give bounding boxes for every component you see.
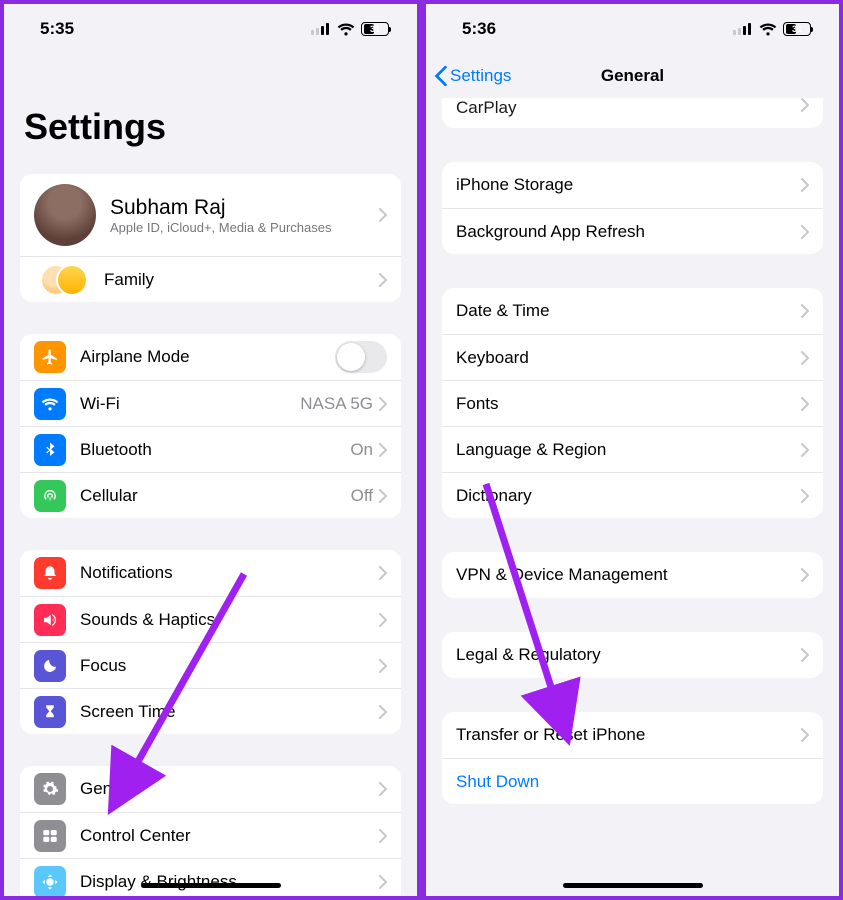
page-title: Settings [4,54,417,158]
chevron-right-icon [379,208,387,222]
chevron-right-icon [801,351,809,365]
status-indicators: 31 [733,22,811,36]
iphone-storage-row[interactable]: iPhone Storage [442,162,823,208]
home-indicator[interactable] [563,883,703,888]
bluetooth-row[interactable]: Bluetooth On [20,426,401,472]
chevron-right-icon [801,98,809,112]
phone-settings: 5:35 31 Settings Subham Raj Apple ID, iC… [4,4,417,896]
chevron-right-icon [379,273,387,287]
profile-subtitle: Apple ID, iCloud+, Media & Purchases [110,220,379,235]
legal-group: Legal & Regulatory [442,632,823,678]
antenna-icon [34,480,66,512]
profile-name: Subham Raj [110,196,379,220]
status-indicators: 31 [311,22,389,36]
brightness-icon [34,866,66,897]
chevron-right-icon [801,489,809,503]
date-time-row[interactable]: Date & Time [442,288,823,334]
sounds-row[interactable]: Sounds & Haptics [20,596,401,642]
battery-icon: 31 [361,22,389,36]
background-app-refresh-row[interactable]: Background App Refresh [442,208,823,254]
status-bar: 5:35 31 [4,4,417,54]
wifi-row[interactable]: Wi-Fi NASA 5G [20,380,401,426]
wifi-icon [34,388,66,420]
speaker-icon [34,604,66,636]
fonts-row[interactable]: Fonts [442,380,823,426]
carplay-group-partial: CarPlay [442,98,823,128]
airplane-toggle[interactable] [335,341,387,373]
chevron-right-icon [379,489,387,503]
bluetooth-icon [34,434,66,466]
status-time: 5:36 [462,19,496,39]
shut-down-row[interactable]: Shut Down [442,758,823,804]
chevron-right-icon [379,566,387,580]
notifications-row[interactable]: Notifications [20,550,401,596]
nav-title: General [601,66,664,86]
back-button[interactable]: Settings [434,65,511,87]
gear-icon [34,773,66,805]
chevron-right-icon [379,397,387,411]
phone-general: 5:36 31 Settings General CarPlay iPhone … [426,4,839,896]
cellular-signal-icon [733,23,753,35]
chevron-right-icon [379,705,387,719]
moon-icon [34,650,66,682]
screen-time-row[interactable]: Screen Time [20,688,401,734]
wifi-icon [337,22,355,36]
chevron-right-icon [379,829,387,843]
chevron-right-icon [801,397,809,411]
family-avatar-icon [40,260,80,300]
sliders-icon [34,820,66,852]
chevron-right-icon [379,875,387,889]
home-indicator[interactable] [141,883,281,888]
nav-bar: Settings General [426,54,839,98]
carplay-row[interactable]: CarPlay [442,98,823,128]
legal-regulatory-row[interactable]: Legal & Regulatory [442,632,823,678]
chevron-right-icon [801,443,809,457]
network-group: Airplane Mode Wi-Fi NASA 5G Bluetooth On… [20,334,401,518]
system-group: General Control Center Display & Brightn… [20,766,401,896]
apple-id-row[interactable]: Subham Raj Apple ID, iCloud+, Media & Pu… [20,174,401,256]
chevron-right-icon [801,728,809,742]
control-center-row[interactable]: Control Center [20,812,401,858]
datetime-group: Date & Time Keyboard Fonts Language & Re… [442,288,823,518]
keyboard-row[interactable]: Keyboard [442,334,823,380]
cellular-row[interactable]: Cellular Off [20,472,401,518]
chevron-right-icon [801,304,809,318]
chevron-right-icon [379,659,387,673]
hourglass-icon [34,696,66,728]
chevron-right-icon [801,568,809,582]
reset-group: Transfer or Reset iPhone Shut Down [442,712,823,804]
airplane-mode-row[interactable]: Airplane Mode [20,334,401,380]
vpn-group: VPN & Device Management [442,552,823,598]
storage-group: iPhone Storage Background App Refresh [442,162,823,254]
notifications-group: Notifications Sounds & Haptics Focus Scr… [20,550,401,734]
avatar [34,184,96,246]
status-time: 5:35 [40,19,74,39]
chevron-right-icon [801,178,809,192]
display-brightness-row[interactable]: Display & Brightness [20,858,401,896]
family-row[interactable]: Family [20,256,401,302]
general-row[interactable]: General [20,766,401,812]
chevron-right-icon [801,648,809,662]
status-bar: 5:36 31 [426,4,839,54]
focus-row[interactable]: Focus [20,642,401,688]
language-region-row[interactable]: Language & Region [442,426,823,472]
wifi-icon [759,22,777,36]
profile-group: Subham Raj Apple ID, iCloud+, Media & Pu… [20,174,401,302]
chevron-right-icon [379,782,387,796]
battery-icon: 31 [783,22,811,36]
bell-icon [34,557,66,589]
airplane-icon [34,341,66,373]
chevron-right-icon [379,613,387,627]
transfer-reset-row[interactable]: Transfer or Reset iPhone [442,712,823,758]
chevron-left-icon [434,65,448,87]
cellular-signal-icon [311,23,331,35]
dictionary-row[interactable]: Dictionary [442,472,823,518]
chevron-right-icon [801,225,809,239]
family-label: Family [104,270,379,290]
vpn-device-mgmt-row[interactable]: VPN & Device Management [442,552,823,598]
chevron-right-icon [379,443,387,457]
